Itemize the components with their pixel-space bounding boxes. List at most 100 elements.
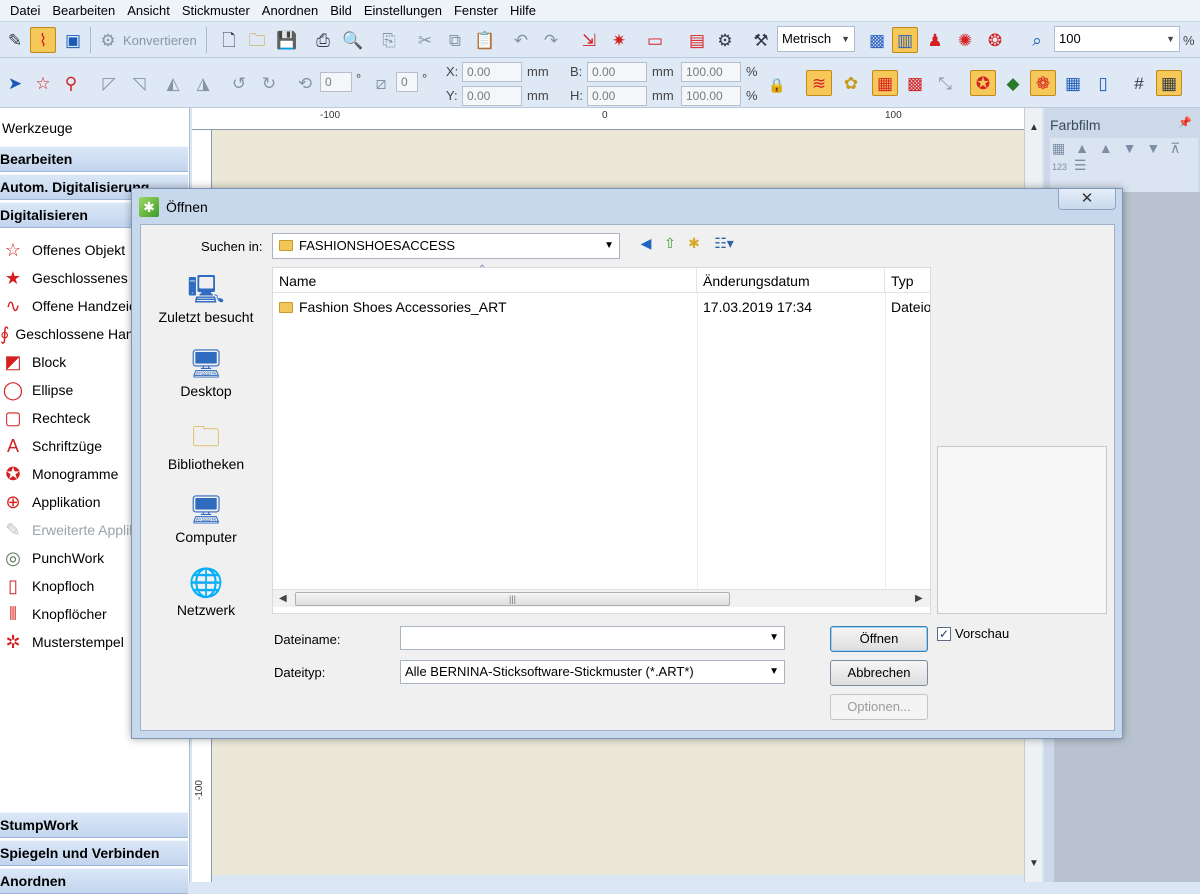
scroll-up-icon[interactable]: ▲ <box>1029 122 1039 133</box>
lock-proportions-icon[interactable]: 🔒 <box>764 72 790 98</box>
convert-label[interactable]: Konvertieren <box>123 33 197 48</box>
connect-icon[interactable]: ⤡ <box>932 70 958 96</box>
checkmark-icon[interactable]: ✓ <box>937 626 951 641</box>
insert-design-icon[interactable]: ✷ <box>606 27 632 53</box>
polygon-select-icon[interactable]: ☆ <box>30 70 56 96</box>
menu-item[interactable]: Fenster <box>448 3 504 18</box>
preview-checkbox[interactable]: ✓ Vorschau <box>937 626 1009 641</box>
convert-icon[interactable]: ⚙ <box>95 27 121 53</box>
rotate-right-icon[interactable]: ↻ <box>256 70 282 96</box>
horizontal-scrollbar[interactable]: ◀ ||| ▶ <box>273 589 930 607</box>
cancel-button[interactable]: Abbrechen <box>830 660 928 686</box>
open-folder-icon[interactable]: 🗀 <box>244 27 270 53</box>
menu-item[interactable]: Bild <box>324 3 358 18</box>
shapes-icon[interactable]: ◆ <box>1000 70 1026 96</box>
edit-pencil-icon[interactable]: ✎ <box>2 27 28 53</box>
scroll-left-icon[interactable]: ◀ <box>279 590 287 608</box>
section-mirror-merge[interactable]: Spiegeln und Verbinden <box>0 840 188 866</box>
rotate-angle-field[interactable]: 0 <box>320 72 352 92</box>
hoop-icon[interactable]: ▭ <box>642 27 668 53</box>
height-field[interactable]: 0.00 <box>587 86 647 106</box>
section-bearbeiten[interactable]: Bearbeiten <box>0 146 188 172</box>
place-recent[interactable]: 🖳 Zuletzt besucht <box>148 273 264 325</box>
align-icon[interactable]: ⊼ <box>1170 140 1183 156</box>
connectors-icon[interactable]: ❂ <box>982 27 1008 53</box>
tools-hammer-icon[interactable]: ⚒ <box>748 27 774 53</box>
section-stumpwork[interactable]: StumpWork <box>0 812 188 838</box>
color-sequence-icon[interactable]: ▤ <box>684 27 710 53</box>
print-preview-icon[interactable]: 🔍 <box>340 27 366 53</box>
save-icon[interactable]: 💾 <box>274 27 300 53</box>
filename-input[interactable]: ▼ <box>400 626 785 650</box>
view-menu-icon[interactable]: ☷▾ <box>708 233 740 253</box>
print-icon[interactable]: ⎙ <box>310 27 336 53</box>
satin-stitch-icon[interactable]: ≋ <box>806 70 832 96</box>
units-select[interactable]: Metrisch ▼ <box>777 26 855 52</box>
new-folder-icon[interactable]: ✱ <box>684 233 704 253</box>
scale-down-icon[interactable]: ◹ <box>126 70 152 96</box>
mirror-vertical-icon[interactable]: ◮ <box>190 70 216 96</box>
scale-width-field[interactable]: 100.00 <box>681 62 741 82</box>
motif-star-icon[interactable]: ✿ <box>838 70 864 96</box>
scroll-right-icon[interactable]: ▶ <box>915 590 923 608</box>
cut-icon[interactable]: ✂ <box>412 27 438 53</box>
menu-item[interactable]: Datei <box>4 3 46 18</box>
place-desktop[interactable]: 🖥 Desktop <box>148 347 264 399</box>
pattern-fill-icon[interactable]: ▩ <box>902 70 928 96</box>
flower-icon[interactable]: ❁ <box>1030 70 1056 96</box>
menu-item[interactable]: Hilfe <box>504 3 542 18</box>
grid-settings-icon[interactable]: ▦ <box>1156 70 1182 96</box>
scale-up-icon[interactable]: ◸ <box>96 70 122 96</box>
rotate-left-icon[interactable]: ↺ <box>226 70 252 96</box>
move-top-icon[interactable]: ▲ <box>1075 140 1092 156</box>
move-bottom-icon[interactable]: ▼ <box>1146 140 1163 156</box>
up-folder-icon[interactable]: ⇧ <box>660 233 680 253</box>
star-object-icon[interactable]: ✪ <box>970 70 996 96</box>
section-arrange[interactable]: Anordnen <box>0 868 188 894</box>
place-computer[interactable]: 🖥 Computer <box>148 493 264 545</box>
filetype-select[interactable]: Alle BERNINA-Sticksoftware-Stickmuster (… <box>400 660 785 684</box>
back-icon[interactable]: ◀ <box>636 233 656 253</box>
scale-height-field[interactable]: 100.00 <box>681 86 741 106</box>
pin-icon[interactable]: 📌 <box>1178 116 1192 129</box>
list-icon[interactable]: ☰ <box>1074 157 1090 173</box>
stitch-effect-icon[interactable]: ✺ <box>952 27 978 53</box>
redo-icon[interactable]: ↷ <box>538 27 564 53</box>
close-button[interactable]: ✕ <box>1058 189 1116 210</box>
settings-gear-icon[interactable]: ⚙ <box>712 27 738 53</box>
artwork-icon[interactable]: ♟ <box>922 27 948 53</box>
options-button[interactable]: Optionen... <box>830 694 928 720</box>
y-position-field[interactable]: 0.00 <box>462 86 522 106</box>
menu-item[interactable]: Bearbeiten <box>46 3 121 18</box>
column-type[interactable]: Typ <box>885 268 930 293</box>
rotate-free-icon[interactable]: ⟲ <box>292 70 318 96</box>
look-in-select[interactable]: FASHIONSHOESACCESS ▼ <box>272 233 620 259</box>
undo-icon[interactable]: ↶ <box>508 27 534 53</box>
scroll-down-icon[interactable]: ▼ <box>1029 858 1039 869</box>
new-file-icon[interactable]: 🗋 <box>216 27 242 53</box>
move-up-icon[interactable]: ▲ <box>1099 140 1116 156</box>
color-film-grid-icon[interactable]: ▦ <box>1052 140 1068 156</box>
paste-icon[interactable]: 📋 <box>472 27 498 53</box>
x-position-field[interactable]: 0.00 <box>462 62 522 82</box>
select-arrow-icon[interactable]: ➤ <box>2 70 28 96</box>
place-network[interactable]: 🌐 Netzwerk <box>148 566 264 618</box>
place-libraries[interactable]: 🗀 Bibliotheken <box>148 420 264 472</box>
zoom-select[interactable]: 100 ▼ <box>1054 26 1180 52</box>
menu-item[interactable]: Einstellungen <box>358 3 448 18</box>
show-picture-icon[interactable]: ▩ <box>864 27 890 53</box>
file-row[interactable]: Fashion Shoes Accessories_ART 17.03.2019… <box>273 294 930 320</box>
menu-item[interactable]: Stickmuster <box>176 3 256 18</box>
scrollbar-thumb[interactable]: ||| <box>295 592 730 606</box>
show-hoop-icon[interactable]: ▥ <box>892 27 918 53</box>
fill-stitch-icon[interactable]: ▦ <box>872 70 898 96</box>
column-date[interactable]: Änderungsdatum <box>697 268 885 293</box>
slant-icon[interactable]: ⧄ <box>368 70 394 96</box>
copy-icon[interactable]: ⧉ <box>442 27 468 53</box>
width-field[interactable]: 0.00 <box>587 62 647 82</box>
move-down-icon[interactable]: ▼ <box>1123 140 1140 156</box>
stitch-tool-icon[interactable]: ⌇ <box>30 27 56 53</box>
send-to-machine-icon[interactable]: ⎘ <box>376 27 402 53</box>
menu-item[interactable]: Anordnen <box>256 3 324 18</box>
reshape-icon[interactable]: ⚲ <box>58 70 84 96</box>
